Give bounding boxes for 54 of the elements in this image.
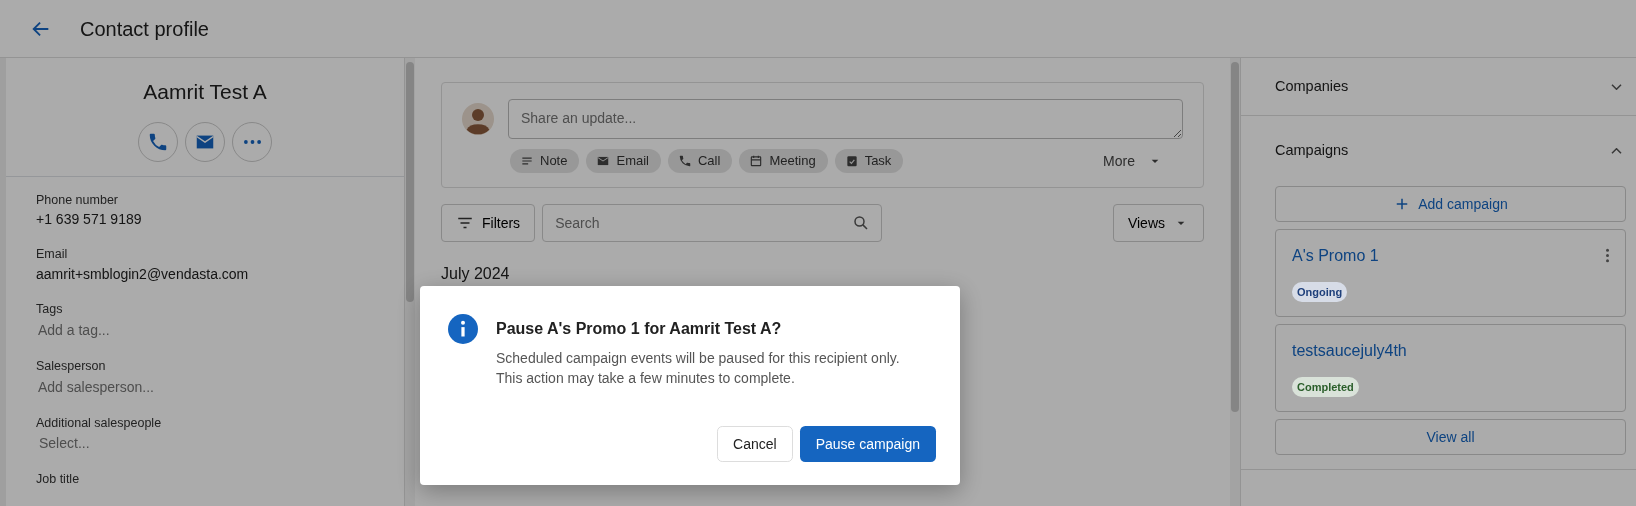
page-title: Contact profile	[80, 16, 209, 41]
status-label: Completed	[1292, 376, 1359, 397]
more-icon	[243, 139, 261, 144]
section-title: Companies	[1275, 76, 1349, 96]
section-header[interactable]: Companies	[1241, 58, 1636, 116]
activity-chip[interactable]: Note	[510, 149, 580, 173]
field-label: Tags	[36, 301, 64, 318]
filters-button[interactable]: Filters	[441, 204, 536, 242]
activity-chip[interactable]: Task	[834, 149, 904, 173]
field-label: Email	[36, 246, 69, 264]
field-label: Job title	[36, 471, 81, 489]
input-field[interactable]: Add a tag...	[36, 318, 140, 342]
campaign-card[interactable]: A's Promo 1 Ongoing	[1275, 229, 1626, 317]
field-value: aamrit+smblogin2@vendasta.com	[36, 265, 250, 284]
call-button[interactable]	[138, 121, 178, 162]
more-button[interactable]	[232, 121, 272, 162]
campaign-card[interactable]: testsaucejuly4th Completed	[1275, 324, 1626, 412]
envelope-icon	[596, 154, 611, 168]
more-dropdown[interactable]: More	[1097, 149, 1169, 173]
field-label: Additional salespeople	[36, 414, 163, 432]
info-icon	[448, 314, 478, 344]
pause-campaign-button[interactable]: Pause campaign	[799, 426, 936, 463]
section-title: Campaigns	[1275, 141, 1349, 161]
section-header[interactable]: Campaigns	[1241, 116, 1636, 186]
contact-name: Aamrit Test A	[142, 79, 268, 105]
clipboard-check-icon	[844, 154, 859, 168]
activity-chip[interactable]: Email	[586, 149, 661, 173]
dialog-message: Scheduled campaign events will be paused for this recipient only. This action may take a few minutes to complete.	[496, 349, 900, 389]
update-field[interactable]: Share an update...	[508, 99, 1183, 139]
lines-icon	[520, 154, 534, 168]
search-field[interactable]: Search	[542, 204, 883, 242]
field-label: Phone number	[36, 191, 119, 209]
activity-chip[interactable]: Meeting	[739, 149, 828, 173]
campaign-name: testsaucejuly4th	[1292, 341, 1407, 361]
month-heading: July 2024	[441, 264, 511, 284]
add-campaign-button[interactable]: Add campaign	[1275, 186, 1626, 222]
activity-chip[interactable]: Call	[668, 149, 733, 173]
campaign-name: A's Promo 1	[1292, 246, 1379, 266]
scrollbar-thumb[interactable]	[1231, 62, 1239, 412]
status-label: Ongoing	[1292, 281, 1348, 302]
scrollbar-thumb[interactable]	[406, 62, 414, 302]
dialog-title: Pause A's Promo 1 for Aamrit Test A?	[496, 319, 783, 339]
views-button[interactable]: Views	[1112, 204, 1204, 242]
kebab-icon	[1606, 247, 1609, 263]
view-all-button[interactable]: View all	[1275, 419, 1626, 455]
calendar-icon	[749, 154, 764, 168]
avatar-icon	[462, 103, 494, 135]
email-button[interactable]	[185, 121, 225, 162]
input-field[interactable]: Add salesperson...	[36, 375, 188, 399]
input-field[interactable]: Select...	[36, 432, 116, 456]
cancel-button[interactable]: Cancel	[717, 426, 793, 463]
field-label: Salesperson	[36, 357, 107, 375]
field-value: +1 639 571 9189	[36, 210, 143, 230]
phone-icon	[678, 154, 692, 168]
